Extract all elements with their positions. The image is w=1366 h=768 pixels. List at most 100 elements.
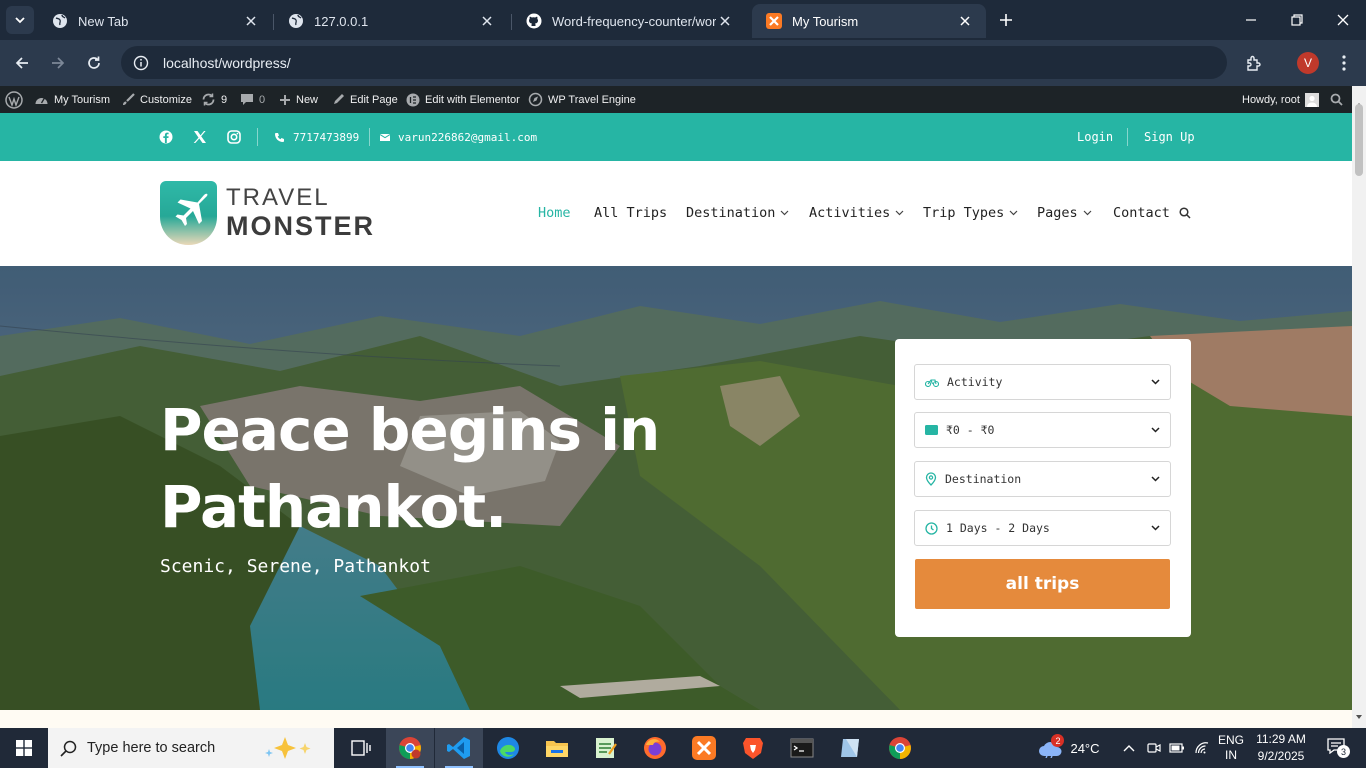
admin-travel-engine[interactable]: WP Travel Engine — [528, 86, 636, 113]
nav-trip-types[interactable]: Trip Types — [923, 201, 1018, 225]
admin-edit-page[interactable]: Edit Page — [332, 86, 398, 113]
close-icon[interactable] — [956, 12, 974, 30]
duration-select[interactable]: 1 Days - 2 Days — [914, 510, 1171, 546]
x-twitter-icon[interactable] — [193, 130, 207, 144]
tab-github[interactable]: Word-frequency-counter/word — [512, 4, 746, 38]
scroll-down-icon[interactable] — [1352, 710, 1366, 724]
admin-updates[interactable]: 9 — [201, 86, 227, 113]
task-view-button[interactable] — [337, 728, 385, 768]
header-search-button[interactable] — [1179, 201, 1191, 225]
admin-edit-elementor[interactable]: Edit with Elementor — [406, 86, 520, 113]
nav-activities[interactable]: Activities — [809, 201, 904, 225]
tab-search-button[interactable] — [6, 6, 34, 34]
extensions-button[interactable] — [1240, 49, 1268, 77]
minimize-button[interactable] — [1228, 0, 1274, 40]
logo-text-travel[interactable]: TRAVEL — [226, 184, 330, 212]
instagram-icon[interactable] — [227, 130, 241, 144]
price-select[interactable]: ₹0 - ₹0 — [914, 412, 1171, 448]
wp-admin-bar: My Tourism Customize 9 0 New Edit Page E… — [0, 86, 1352, 113]
taskbar-vscode[interactable] — [435, 728, 483, 768]
tray-battery[interactable] — [1166, 728, 1188, 768]
nav-destination[interactable]: Destination — [686, 201, 789, 225]
divider — [1127, 128, 1128, 146]
nav-all-trips[interactable]: All Trips — [594, 201, 667, 225]
admin-customize-label: Customize — [140, 93, 192, 106]
url-text[interactable]: localhost/wordpress/ — [163, 55, 291, 71]
taskbar-notepad[interactable] — [582, 728, 630, 768]
nav-contact[interactable]: Contact — [1113, 201, 1170, 225]
site-info-icon[interactable] — [133, 55, 149, 71]
admin-edit-page-label: Edit Page — [350, 93, 398, 106]
nav-pages[interactable]: Pages — [1037, 201, 1092, 225]
nav-home[interactable]: Home — [538, 201, 571, 225]
new-tab-button[interactable] — [994, 8, 1018, 32]
tab-my-tourism[interactable]: My Tourism — [752, 4, 986, 38]
tray-meet-button[interactable] — [1143, 728, 1165, 768]
close-window-button[interactable] — [1320, 0, 1366, 40]
topbar-phone[interactable]: 7717473899 — [274, 113, 359, 161]
chrome-icon — [889, 737, 911, 759]
topbar-email[interactable]: varun226862@gmail.com — [380, 113, 537, 161]
page-scrollbar[interactable] — [1352, 86, 1366, 728]
mail-icon — [380, 133, 390, 141]
taskbar-terminal[interactable] — [778, 728, 826, 768]
admin-new[interactable]: New — [279, 86, 318, 113]
weather-icon: 2 — [1038, 734, 1065, 758]
hero-subtitle: Scenic, Serene, Pathankot — [160, 556, 431, 577]
plus-icon — [280, 94, 290, 105]
task-view-icon — [351, 740, 371, 756]
weather-widget[interactable]: 2 24°C — [1034, 728, 1104, 768]
admin-account[interactable]: Howdy, root — [1242, 86, 1319, 113]
back-button[interactable] — [8, 49, 36, 77]
admin-search[interactable] — [1330, 86, 1343, 113]
reload-button[interactable] — [80, 49, 108, 77]
facebook-icon[interactable] — [159, 130, 173, 144]
address-bar[interactable]: localhost/wordpress/ — [121, 46, 1227, 79]
tray-clock[interactable]: 11:29 AM 9/2/2025 — [1252, 728, 1310, 768]
logo-text-monster[interactable]: MONSTER — [226, 211, 375, 242]
taskbar-search-box[interactable]: Type here to search — [48, 728, 334, 768]
close-icon[interactable] — [716, 12, 734, 30]
browser-menu-button[interactable] — [1330, 49, 1358, 77]
taskbar-chrome-profile[interactable] — [386, 728, 434, 768]
taskbar-brave[interactable] — [729, 728, 777, 768]
restore-button[interactable] — [1274, 0, 1320, 40]
taskbar-app-tile[interactable] — [827, 728, 875, 768]
clock-icon — [925, 521, 938, 535]
taskbar-file-explorer[interactable] — [533, 728, 581, 768]
close-icon[interactable] — [242, 12, 260, 30]
admin-comments[interactable]: 0 — [240, 86, 265, 113]
tray-language[interactable]: ENG IN — [1214, 728, 1248, 768]
taskbar-chrome[interactable] — [876, 728, 924, 768]
all-trips-button[interactable]: all trips — [915, 559, 1170, 609]
tab-new-tab[interactable]: New Tab — [38, 4, 272, 38]
signup-link[interactable]: Sign Up — [1144, 113, 1195, 161]
nav-trip-types-label: Trip Types — [923, 205, 1005, 221]
tray-overflow-button[interactable] — [1118, 728, 1140, 768]
close-icon[interactable] — [478, 12, 496, 30]
wp-logo-menu[interactable] — [5, 86, 23, 113]
pencil-icon — [334, 94, 344, 104]
travel-monster-logo-icon[interactable] — [160, 181, 217, 245]
battery-icon — [1169, 743, 1184, 753]
destination-select[interactable]: Destination — [914, 461, 1171, 497]
admin-site-name[interactable]: My Tourism — [34, 86, 110, 113]
forward-button[interactable] — [44, 49, 72, 77]
tray-wifi[interactable] — [1191, 728, 1213, 768]
notifications-button[interactable]: 3 — [1318, 728, 1358, 768]
activity-select[interactable]: Activity — [914, 364, 1171, 400]
taskbar-edge[interactable] — [484, 728, 532, 768]
login-link[interactable]: Login — [1077, 113, 1113, 161]
taskbar-firefox[interactable] — [631, 728, 679, 768]
chevron-down-icon — [1083, 210, 1092, 216]
restore-icon — [1291, 14, 1303, 26]
xampp-icon — [692, 736, 716, 760]
taskbar-xampp[interactable] — [680, 728, 728, 768]
start-button[interactable] — [0, 728, 48, 768]
wifi-icon — [1195, 742, 1209, 754]
tab-localhost-ip[interactable]: 127.0.0.1 — [274, 4, 508, 38]
admin-customize[interactable]: Customize — [121, 86, 192, 113]
scrollbar-thumb[interactable] — [1355, 104, 1363, 176]
profile-avatar[interactable]: V — [1297, 52, 1319, 74]
lang-region: IN — [1225, 748, 1237, 762]
